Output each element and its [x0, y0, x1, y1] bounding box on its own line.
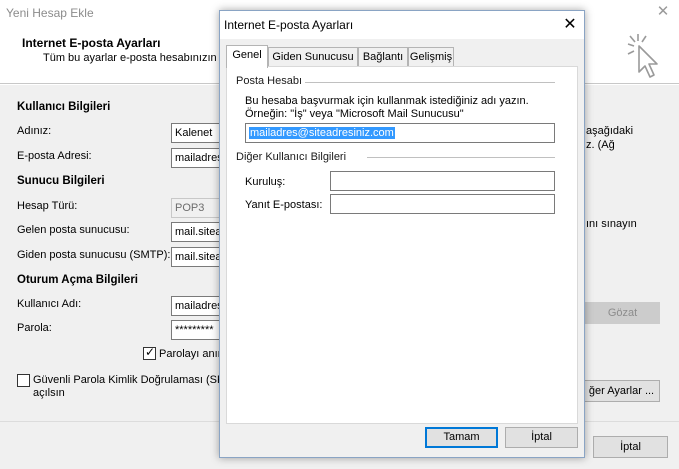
organization-label: Kuruluş: [245, 176, 286, 188]
tab-advanced[interactable]: Gelişmiş [408, 47, 454, 67]
spa-checkbox[interactable] [17, 374, 30, 387]
dialog-titlebar: Internet E-posta Ayarları ✕ [220, 11, 584, 39]
general-tab-panel: Posta Hesabı Bu hesaba başvurmak için ku… [226, 66, 578, 424]
tab-outgoing-server[interactable]: Giden Sunucusu [268, 47, 358, 67]
email-label: E-posta Adresi: [17, 150, 92, 162]
ok-button[interactable]: Tamam [425, 427, 498, 448]
username-label: Kullanıcı Adı: [17, 298, 82, 310]
window-title: Yeni Hesap Ekle [6, 6, 94, 20]
outgoing-server-input[interactable]: mail.sitea [171, 247, 223, 267]
tab-general[interactable]: Genel [226, 45, 268, 68]
account-name-input[interactable]: mailadres@siteadresiniz.com [245, 123, 555, 143]
remember-password-label: Parolayı anım [159, 348, 227, 360]
spa-label-line2: açılsın [33, 387, 65, 399]
mail-account-group-title: Posta Hesabı [236, 75, 306, 87]
name-label: Adınız: [17, 125, 52, 137]
remember-password-checkbox[interactable] [143, 345, 156, 360]
more-settings-button[interactable]: ğer Ayarlar ... [583, 380, 660, 402]
email-input[interactable]: mailadres [171, 148, 223, 168]
name-input[interactable]: Kalenet [171, 123, 223, 143]
group-divider [367, 157, 555, 158]
close-icon[interactable]: ✕ [652, 2, 674, 22]
spa-label-line1: Güvenli Parola Kimlik Doğrulaması (SPA) [33, 374, 235, 386]
test-info-text-2: z. (Ağ [586, 139, 615, 151]
close-icon[interactable]: ✕ [558, 13, 582, 37]
tab-connection[interactable]: Bağlantı [358, 47, 408, 67]
server-info-heading: Sunucu Bilgileri [17, 175, 105, 187]
user-info-heading: Kullanıcı Bilgileri [17, 101, 111, 113]
internet-email-settings-dialog: Internet E-posta Ayarları ✕ Genel Giden … [219, 10, 585, 458]
wizard-cancel-button[interactable]: İptal [593, 436, 668, 458]
incoming-server-input[interactable]: mail.sitea [171, 222, 223, 242]
username-input[interactable]: mailadres [171, 296, 223, 316]
reply-email-input[interactable] [330, 194, 555, 214]
account-type-label: Hesap Türü: [17, 200, 78, 212]
account-type-select: POP3 [171, 198, 223, 218]
group-divider [299, 82, 555, 83]
organization-input[interactable] [330, 171, 555, 191]
incoming-server-label: Gelen posta sunucusu: [17, 224, 130, 236]
dialog-title: Internet E-posta Ayarları [224, 18, 354, 32]
password-input[interactable]: ********* [171, 320, 223, 340]
cancel-button[interactable]: İptal [505, 427, 578, 448]
account-name-value: mailadres@siteadresiniz.com [249, 127, 395, 139]
password-label: Parola: [17, 322, 52, 334]
account-name-description-2: Örneğin: "İş" veya "Microsoft Mail Sunuc… [245, 108, 464, 120]
test-info-text-1: aşağıdaki [586, 125, 634, 137]
browse-button[interactable]: Gözat [585, 302, 660, 324]
reply-email-label: Yanıt E-postası: [245, 199, 323, 211]
wizard-header-title: Internet E-posta Ayarları [22, 36, 161, 50]
test-settings-text: ını sınayın [586, 218, 637, 230]
logon-info-heading: Oturum Açma Bilgileri [17, 274, 138, 286]
wizard-cursor-icon [627, 34, 658, 78]
outgoing-server-label: Giden posta sunucusu (SMTP): [17, 249, 171, 261]
wizard-header-subtitle: Tüm bu ayarlar e-posta hesabınızın ç [43, 52, 226, 64]
account-name-description-1: Bu hesaba başvurmak için kullanmak isted… [245, 95, 529, 107]
other-user-info-group-title: Diğer Kullanıcı Bilgileri [236, 151, 350, 163]
